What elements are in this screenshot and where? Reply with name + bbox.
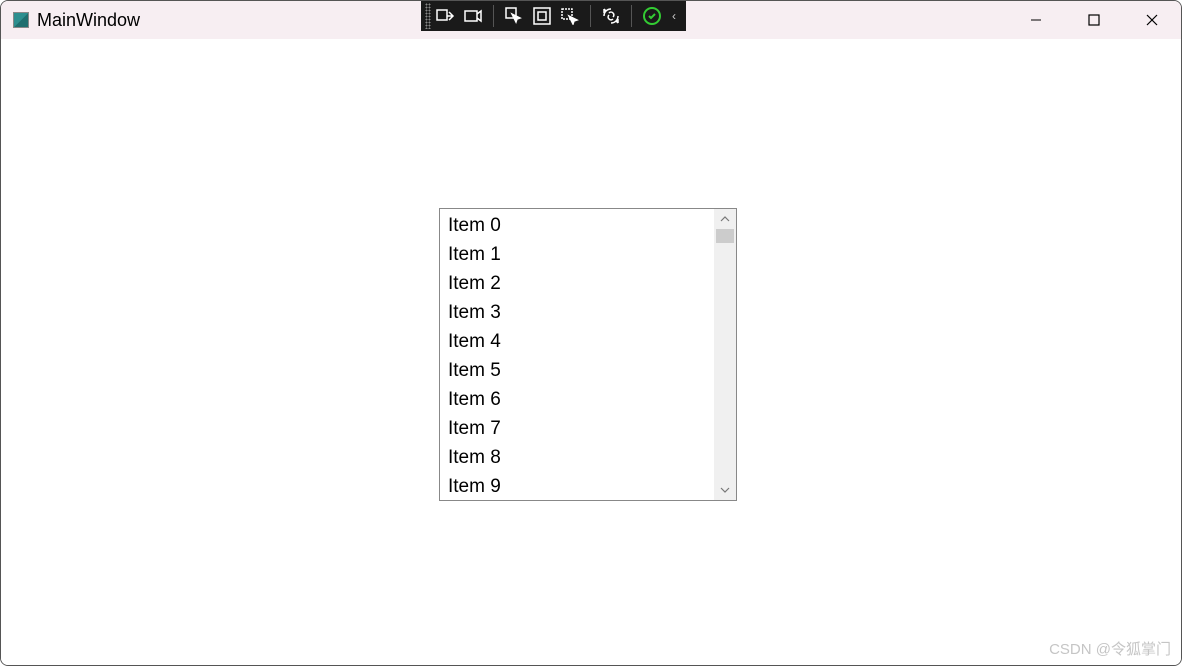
window-controls <box>1007 1 1181 39</box>
list-item[interactable]: Item 9 <box>448 472 706 500</box>
separator <box>493 5 494 27</box>
record-icon[interactable] <box>459 5 487 27</box>
listbox-items: Item 0 Item 1 Item 2 Item 3 Item 4 Item … <box>440 209 714 500</box>
listbox[interactable]: Item 0 Item 1 Item 2 Item 3 Item 4 Item … <box>439 208 737 501</box>
content-area: Item 0 Item 1 Item 2 Item 3 Item 4 Item … <box>1 39 1181 665</box>
watermark: CSDN @令狐掌门 <box>1049 638 1171 659</box>
maximize-button[interactable] <box>1065 1 1123 39</box>
list-item[interactable]: Item 6 <box>448 385 706 414</box>
window-title: MainWindow <box>37 10 140 31</box>
list-item[interactable]: Item 0 <box>448 211 706 240</box>
scroll-down-button[interactable] <box>714 480 736 500</box>
list-item[interactable]: Item 4 <box>448 327 706 356</box>
vertical-scrollbar[interactable] <box>714 209 736 500</box>
live-visual-tree-icon[interactable] <box>431 5 459 27</box>
close-button[interactable] <box>1123 1 1181 39</box>
separator <box>590 5 591 27</box>
hot-reload-icon[interactable] <box>597 5 625 27</box>
minimize-button[interactable] <box>1007 1 1065 39</box>
list-item[interactable]: Item 8 <box>448 443 706 472</box>
collapse-chevron-icon[interactable]: ‹ <box>666 9 682 23</box>
list-item[interactable]: Item 7 <box>448 414 706 443</box>
status-ok-icon <box>638 5 666 27</box>
separator <box>631 5 632 27</box>
debug-toolbar: ‹ <box>421 1 686 31</box>
list-item[interactable]: Item 5 <box>448 356 706 385</box>
titlebar[interactable]: MainWindow <box>1 1 1181 39</box>
scroll-up-button[interactable] <box>714 209 736 229</box>
app-icon <box>13 12 29 28</box>
main-window: MainWindow <box>0 0 1182 666</box>
select-element-icon[interactable] <box>500 5 528 27</box>
layout-adorners-icon[interactable] <box>528 5 556 27</box>
list-item[interactable]: Item 2 <box>448 269 706 298</box>
scroll-thumb[interactable] <box>716 229 734 243</box>
list-item[interactable]: Item 1 <box>448 240 706 269</box>
list-item[interactable]: Item 3 <box>448 298 706 327</box>
track-focus-icon[interactable] <box>556 5 584 27</box>
